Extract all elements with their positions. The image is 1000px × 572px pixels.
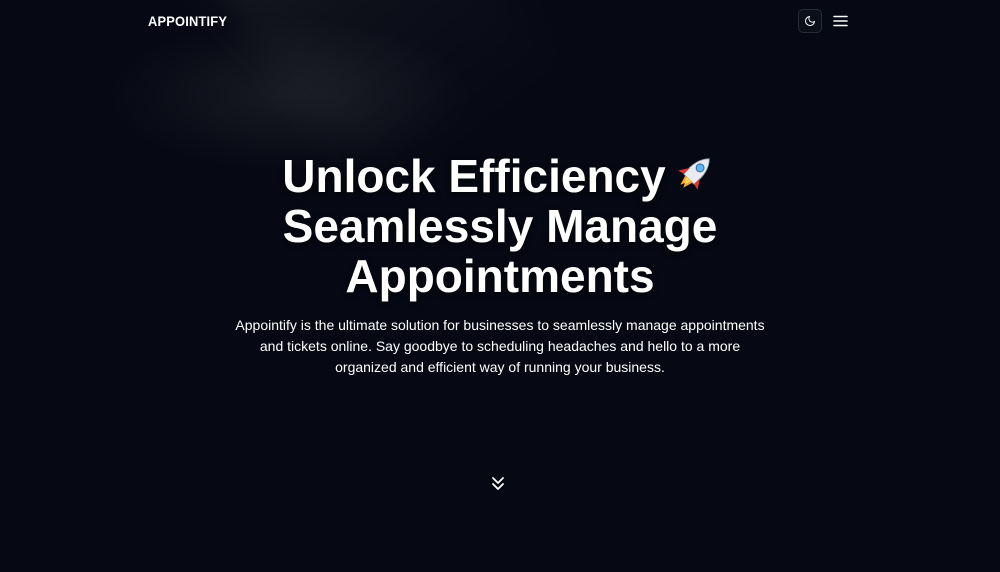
double-chevron-down-icon (492, 477, 504, 490)
theme-toggle-button[interactable] (798, 9, 822, 33)
hero-title-line-3: Appointments (345, 250, 655, 302)
hero-section: Unlock Efficiency Seamlessly Manage Appo… (0, 150, 1000, 378)
scroll-down-button[interactable] (489, 474, 507, 494)
hamburger-menu-icon (832, 15, 848, 27)
menu-button[interactable] (830, 9, 850, 33)
hero-title-line-2: Seamlessly Manage (282, 200, 718, 252)
moon-icon (805, 16, 815, 26)
hero-title-line-1-text: Unlock Efficiency (282, 150, 666, 202)
rocket-icon (677, 158, 710, 190)
hero-title-line-1: Unlock Efficiency (220, 150, 780, 201)
landing-page: APPOINTIFY Unlock Efficiency Seamlessly … (0, 0, 1000, 572)
top-navbar: APPOINTIFY (0, 0, 1000, 42)
hero-description: Appointify is the ultimate solution for … (235, 317, 765, 375)
hero-title: Unlock Efficiency Seamlessly Manage Appo… (220, 150, 780, 301)
brand-logo[interactable]: APPOINTIFY (148, 13, 227, 29)
